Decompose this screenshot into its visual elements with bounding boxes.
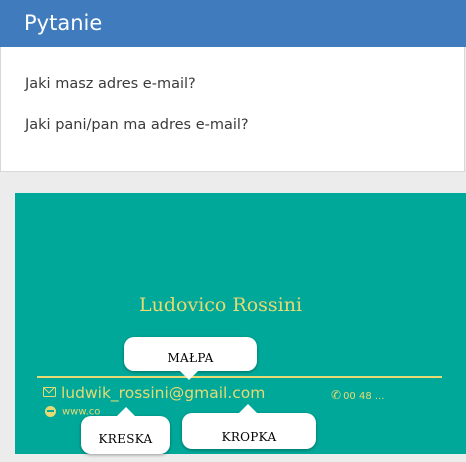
callout-at-sign-pointer xyxy=(180,371,198,380)
question-line-informal: Jaki masz adres e-mail? xyxy=(25,76,196,92)
envelope-icon xyxy=(43,387,56,397)
callout-underscore-pointer xyxy=(117,407,135,416)
card-email-row: ludwik_rossini@gmail.com xyxy=(43,384,265,402)
question-line-formal: Jaki pani/pan ma adres e-mail? xyxy=(25,117,249,133)
panel-header: Pytanie xyxy=(0,0,466,47)
question-panel: Jaki masz adres e-mail? Jaki pani/pan ma… xyxy=(0,47,465,172)
callout-dot-pointer xyxy=(239,404,257,413)
card-phone-row: ✆00 48 ... xyxy=(331,388,384,402)
callout-dot-label: KROPKA xyxy=(222,430,277,444)
phone-icon: ✆ xyxy=(331,388,341,402)
callout-underscore-label: KRESKA xyxy=(99,432,153,446)
callout-at-sign-label: MAŁPA xyxy=(167,351,213,365)
callout-dot: KROPKA xyxy=(182,413,316,449)
globe-icon xyxy=(45,406,56,417)
card-divider xyxy=(37,376,442,378)
card-person-name: Ludovico Rossini xyxy=(139,294,302,316)
card-phone: 00 48 ... xyxy=(343,391,384,402)
card-email: ludwik_rossini@gmail.com xyxy=(61,384,265,402)
callout-underscore: KRESKA xyxy=(81,416,170,454)
callout-at-sign: MAŁPA xyxy=(124,337,257,371)
panel-title: Pytanie xyxy=(24,11,102,35)
